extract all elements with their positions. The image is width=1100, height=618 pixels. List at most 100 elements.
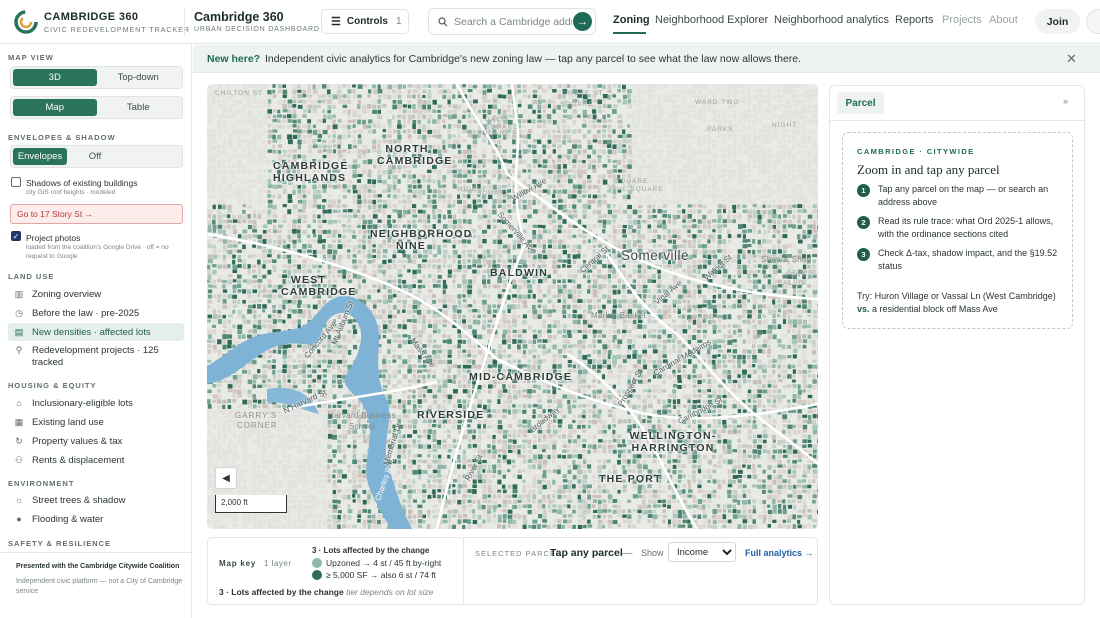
- map-label-small: SQUARE: [560, 101, 594, 108]
- mode-toggle: Map Table: [10, 96, 183, 119]
- search-box[interactable]: →: [428, 8, 596, 35]
- close-icon[interactable]: ✕: [1066, 51, 1077, 67]
- compass-icon: ◀: [222, 472, 230, 484]
- map-label-small: CHILTON ST: [215, 90, 264, 97]
- legend-swatch-large-lot: [312, 570, 322, 580]
- map-icon: ▥: [14, 288, 24, 299]
- check-icon: ✓: [12, 231, 20, 241]
- legend-label-large-lot: ≥ 5,000 SF → also 6 st / 74 ft: [326, 570, 437, 580]
- sidebar-item-rents[interactable]: ⚇ Rents & displacement: [8, 451, 184, 469]
- arrow-right-icon: →: [577, 15, 588, 28]
- toggle-3d[interactable]: 3D: [13, 69, 97, 86]
- people-icon: ⚇: [14, 454, 24, 465]
- sidebar-item-inclusionary[interactable]: ⌂ Inclusionary-eligible lots: [8, 394, 184, 412]
- step-text: Read its rule trace: what Ord 2025-1 all…: [878, 216, 1054, 239]
- sidebar-item-new-densities[interactable]: ▤ New densities · affected lots: [8, 323, 184, 341]
- clock-icon: ◷: [15, 307, 23, 318]
- search-input[interactable]: [454, 15, 572, 28]
- map-label-small: WARD TWO: [695, 99, 740, 106]
- search-icon: [438, 16, 448, 26]
- nav-about[interactable]: About: [989, 14, 1018, 26]
- sidebar-item-label: Zoning overview: [32, 288, 102, 300]
- sidebar-item-existing-land-use[interactable]: ▦ Existing land use: [8, 413, 184, 431]
- photos-checkbox[interactable]: ✓: [11, 231, 21, 241]
- sun-icon: ☼: [14, 495, 24, 505]
- controls-count: 1: [395, 16, 402, 27]
- sidebar-item-label: Before the law · pre-2025: [32, 307, 140, 319]
- summary-bold: 3 · Lots affected by the change: [219, 587, 344, 597]
- layers-icon: ▤: [14, 326, 24, 337]
- sidebar-item-zoning-overview[interactable]: ▥ Zoning overview: [8, 285, 184, 303]
- map-canvas[interactable]: [207, 84, 818, 529]
- nav-neighborhood-analytics[interactable]: Neighborhood analytics: [774, 14, 889, 26]
- section-heading-envelopes: ENVELOPES & SHADOW: [8, 133, 116, 142]
- compass-button[interactable]: ◀: [215, 467, 237, 489]
- toggle-map[interactable]: Map: [13, 99, 97, 116]
- home-icon: ⌂: [16, 398, 22, 408]
- brand-subtitle: CIVIC REDEVELOPMENT TRACKER: [44, 25, 190, 34]
- map-label-small: KENT: [785, 272, 807, 279]
- map-label-small: EAST: [677, 306, 698, 313]
- controls-label: Controls: [346, 16, 388, 27]
- map-label-small: PARKS: [707, 126, 734, 133]
- legend-label-upzoned: Upzoned → 4 st / 45 ft by-right: [326, 558, 442, 568]
- map-label-small: DAVIS: [485, 116, 510, 123]
- toggle-off[interactable]: Off: [67, 148, 123, 165]
- show-label: Show: [641, 548, 664, 558]
- nav-neighborhood-explorer[interactable]: Neighborhood Explorer: [655, 14, 768, 26]
- step-text: Tap any parcel on the map — or search an…: [878, 184, 1049, 207]
- banner-lead: New here?: [207, 53, 261, 65]
- zoning-map[interactable]: CHILTON ST GROVE ST WARD TWO SQUARE SQUA…: [207, 84, 818, 529]
- shadows-label: Shadows of existing buildings: [26, 178, 138, 188]
- map-label-north-cambridge: NORTH CAMBRIDGE: [377, 143, 453, 167]
- place-label: Market Basket: [591, 311, 647, 320]
- sidebar-item-flooding[interactable]: ● Flooding & water: [8, 510, 184, 528]
- drop-icon: ●: [16, 514, 22, 524]
- map-label-neighborhood-nine: NEIGHBORHOOD NINE: [370, 228, 473, 252]
- sidebar-item-street-trees[interactable]: ☼ Street trees & shadow: [8, 491, 184, 509]
- step-text: Check Δ-tax, shadow impact, and the §19.…: [878, 248, 1058, 271]
- footer-title: Presented with the Cambridge Citywide Co…: [16, 563, 180, 570]
- account-button[interactable]: [1086, 9, 1100, 34]
- toggle-table[interactable]: Table: [97, 99, 181, 116]
- sidebar-item-before-law[interactable]: ◷ Before the law · pre-2025: [8, 304, 184, 322]
- place-label: Harvard Business School: [328, 411, 396, 431]
- join-button[interactable]: Join: [1035, 9, 1080, 34]
- toggle-top-down[interactable]: Top-down: [97, 69, 181, 86]
- full-analytics-link[interactable]: Full analytics →: [745, 548, 814, 558]
- welcome-banner: New here? Independent civic analytics fo…: [193, 45, 1100, 73]
- map-label-small: NIGHT: [772, 122, 798, 129]
- controls-button[interactable]: ☰ Controls 1: [321, 9, 409, 34]
- footer-sub: Independent civic platform — not a City …: [16, 578, 183, 595]
- show-select[interactable]: Income: [668, 542, 736, 562]
- nav-projects[interactable]: Projects: [942, 14, 982, 26]
- nav-zoning[interactable]: Zoning: [613, 14, 650, 26]
- map-label-mid-cambridge: MID-CAMBRIDGE: [469, 371, 573, 383]
- refresh-icon: ↻: [15, 435, 23, 446]
- nav-active-underline: [613, 32, 646, 34]
- legend-swatch-upzoned: [312, 558, 322, 568]
- sidebar-item-label: Existing land use: [32, 416, 104, 428]
- toggle-envelopes[interactable]: Envelopes: [13, 148, 67, 165]
- shadows-checkbox[interactable]: [11, 177, 21, 187]
- section-heading-map-view: MAP VIEW: [8, 53, 54, 62]
- goto-button[interactable]: Go to 17 Story St →: [10, 204, 183, 224]
- map-label-small: CORNER: [237, 421, 278, 430]
- tab-parcel[interactable]: Parcel: [837, 92, 884, 114]
- panel-divider: [830, 120, 1084, 121]
- view-toggle: 3D Top-down: [10, 66, 183, 89]
- sidebar-item-redevelopment[interactable]: ⚲ Redevelopment projects · 125 tracked: [8, 343, 184, 369]
- try-text-2: a residential block off Mass Ave: [872, 304, 998, 314]
- map-key-summary: 3 · Lots affected by the change tier dep…: [219, 587, 434, 597]
- search-go-button[interactable]: →: [573, 12, 592, 31]
- map-label-somerville: Somerville: [621, 248, 690, 263]
- step-number: 3: [857, 248, 870, 261]
- nav-reports[interactable]: Reports: [895, 14, 934, 26]
- brand-name: CAMBRIDGE 360: [44, 11, 139, 23]
- sidebar-item-property-values[interactable]: ↻ Property values & tax: [8, 432, 184, 450]
- selected-parcel-value: Tap any parcel: [550, 547, 623, 559]
- menu-icon: ☰: [331, 16, 341, 28]
- collapse-icon[interactable]: »: [1063, 96, 1068, 106]
- map-label-small: SQUARE: [477, 190, 511, 197]
- selected-parcel-dash: —: [622, 547, 633, 559]
